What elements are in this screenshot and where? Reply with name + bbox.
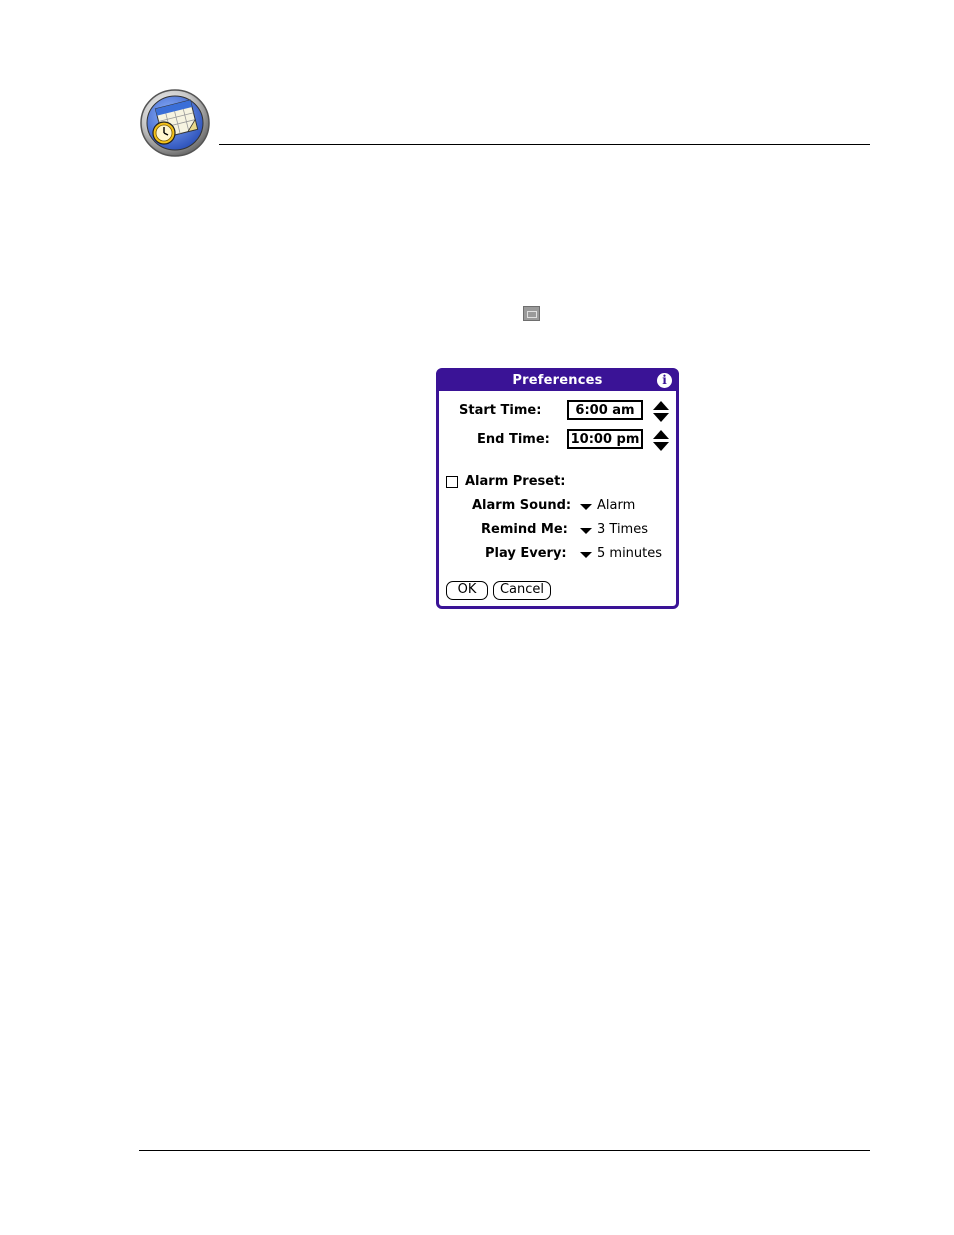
remind-me-label: Remind Me:: [481, 522, 568, 537]
end-time-label: End Time:: [477, 432, 550, 447]
start-time-field[interactable]: 6:00 am: [567, 400, 643, 420]
increment-arrow-icon[interactable]: [653, 401, 669, 410]
play-every-dropdown-icon[interactable]: [580, 552, 592, 558]
alarm-sound-value[interactable]: Alarm: [597, 498, 635, 513]
end-time-arrows[interactable]: [653, 430, 669, 452]
dialog-titlebar: Preferences i: [439, 371, 676, 391]
alarm-preset-checkbox[interactable]: [446, 476, 458, 488]
preferences-dialog: Preferences i Start Time: 6:00 am End Ti…: [436, 368, 679, 609]
start-time-label: Start Time:: [459, 403, 542, 418]
alarm-sound-dropdown-icon[interactable]: [580, 504, 592, 510]
info-icon[interactable]: i: [657, 373, 672, 388]
dialog-title: Preferences: [512, 373, 603, 388]
play-every-label: Play Every:: [485, 546, 567, 561]
play-every-value[interactable]: 5 minutes: [597, 546, 662, 561]
cancel-button[interactable]: Cancel: [493, 581, 551, 600]
decrement-arrow-icon[interactable]: [653, 442, 669, 451]
remind-me-dropdown-icon[interactable]: [580, 528, 592, 534]
decrement-arrow-icon[interactable]: [653, 413, 669, 422]
end-time-field[interactable]: 10:00 pm: [567, 429, 643, 449]
header-divider: [219, 144, 870, 145]
remind-me-value[interactable]: 3 Times: [597, 522, 648, 537]
menu-icon: [523, 306, 540, 321]
start-time-arrows[interactable]: [653, 401, 669, 423]
increment-arrow-icon[interactable]: [653, 430, 669, 439]
footer-divider: [139, 1150, 870, 1151]
alarm-sound-label: Alarm Sound:: [472, 498, 572, 513]
alarm-preset-label: Alarm Preset:: [465, 474, 566, 489]
ok-button[interactable]: OK: [446, 581, 488, 600]
datebook-app-icon: [139, 88, 211, 158]
